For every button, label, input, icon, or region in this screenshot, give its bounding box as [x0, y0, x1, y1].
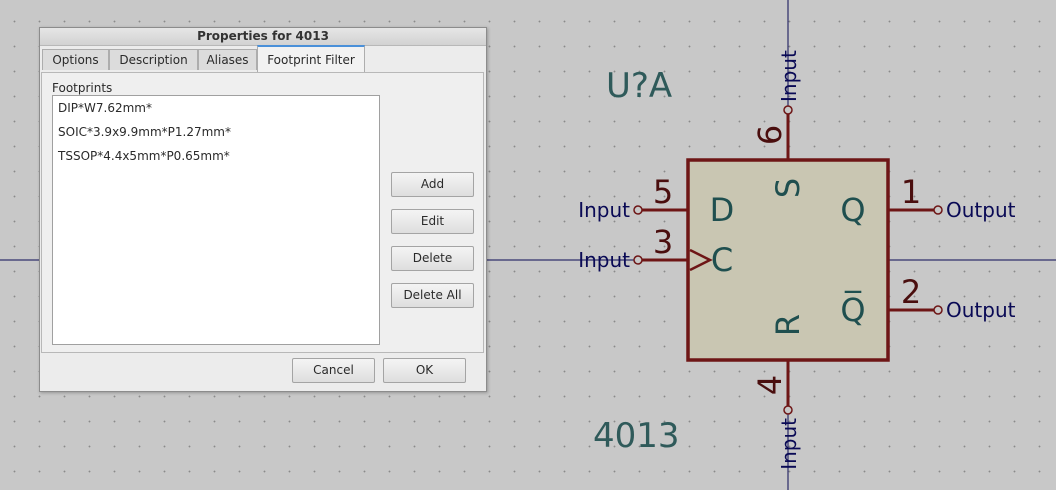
pin-number-5: 5 — [653, 173, 673, 211]
pin-5-end[interactable] — [633, 205, 643, 215]
edit-button[interactable]: Edit — [391, 209, 474, 234]
pin-number-3: 3 — [653, 223, 673, 261]
pin-name-s: S — [769, 178, 807, 198]
pin-5-label: Input — [578, 198, 630, 222]
list-item[interactable]: TSSOP*4.4x5mm*P0.65mm* — [58, 149, 230, 163]
pin-4-label: Input — [777, 418, 801, 470]
footprint-filter-panel: Footprints DIP*W7.62mm* SOIC*3.9x9.9mm*P… — [41, 72, 484, 353]
tab-options[interactable]: Options — [42, 49, 109, 70]
delete-all-button[interactable]: Delete All — [391, 283, 474, 308]
pin-name-c: C — [711, 241, 733, 279]
value-field[interactable]: 4013 — [593, 416, 680, 456]
pin-4-end[interactable] — [783, 405, 793, 415]
tab-aliases[interactable]: Aliases — [198, 49, 257, 70]
reference-field[interactable]: U?A — [606, 66, 672, 106]
properties-dialog: Properties for 4013 Options Description … — [39, 27, 487, 392]
footprints-label: Footprints — [52, 81, 113, 95]
pin-name-r: R — [769, 314, 807, 336]
pin-number-4: 4 — [751, 375, 789, 395]
tab-description[interactable]: Description — [109, 49, 198, 70]
pin-3-label: Input — [578, 248, 630, 272]
pin-number-1: 1 — [901, 173, 921, 211]
add-button[interactable]: Add — [391, 172, 474, 197]
pin-6-label: Input — [777, 50, 801, 102]
pin-1-label: Output — [946, 198, 1016, 222]
tab-footprint-filter[interactable]: Footprint Filter — [257, 45, 365, 72]
dialog-title[interactable]: Properties for 4013 — [40, 28, 486, 46]
pin-2-end[interactable] — [933, 305, 943, 315]
pin-name-q: Q — [840, 191, 865, 229]
pin-1-end[interactable] — [933, 205, 943, 215]
ok-button[interactable]: OK — [383, 358, 466, 383]
list-item[interactable]: SOIC*3.9x9.9mm*P1.27mm* — [58, 125, 231, 139]
pin-number-6: 6 — [751, 125, 789, 145]
pin-3-end[interactable] — [633, 255, 643, 265]
pin-6-end[interactable] — [783, 105, 793, 115]
pin-name-d: D — [710, 191, 735, 229]
pin-2-label: Output — [946, 298, 1016, 322]
pin-name-q-bar: Q̅ — [840, 290, 865, 329]
footprint-list[interactable]: DIP*W7.62mm* SOIC*3.9x9.9mm*P1.27mm* TSS… — [52, 95, 380, 345]
cancel-button[interactable]: Cancel — [292, 358, 375, 383]
delete-button[interactable]: Delete — [391, 246, 474, 271]
pin-number-2: 2 — [901, 273, 921, 311]
list-item[interactable]: DIP*W7.62mm* — [58, 101, 152, 115]
